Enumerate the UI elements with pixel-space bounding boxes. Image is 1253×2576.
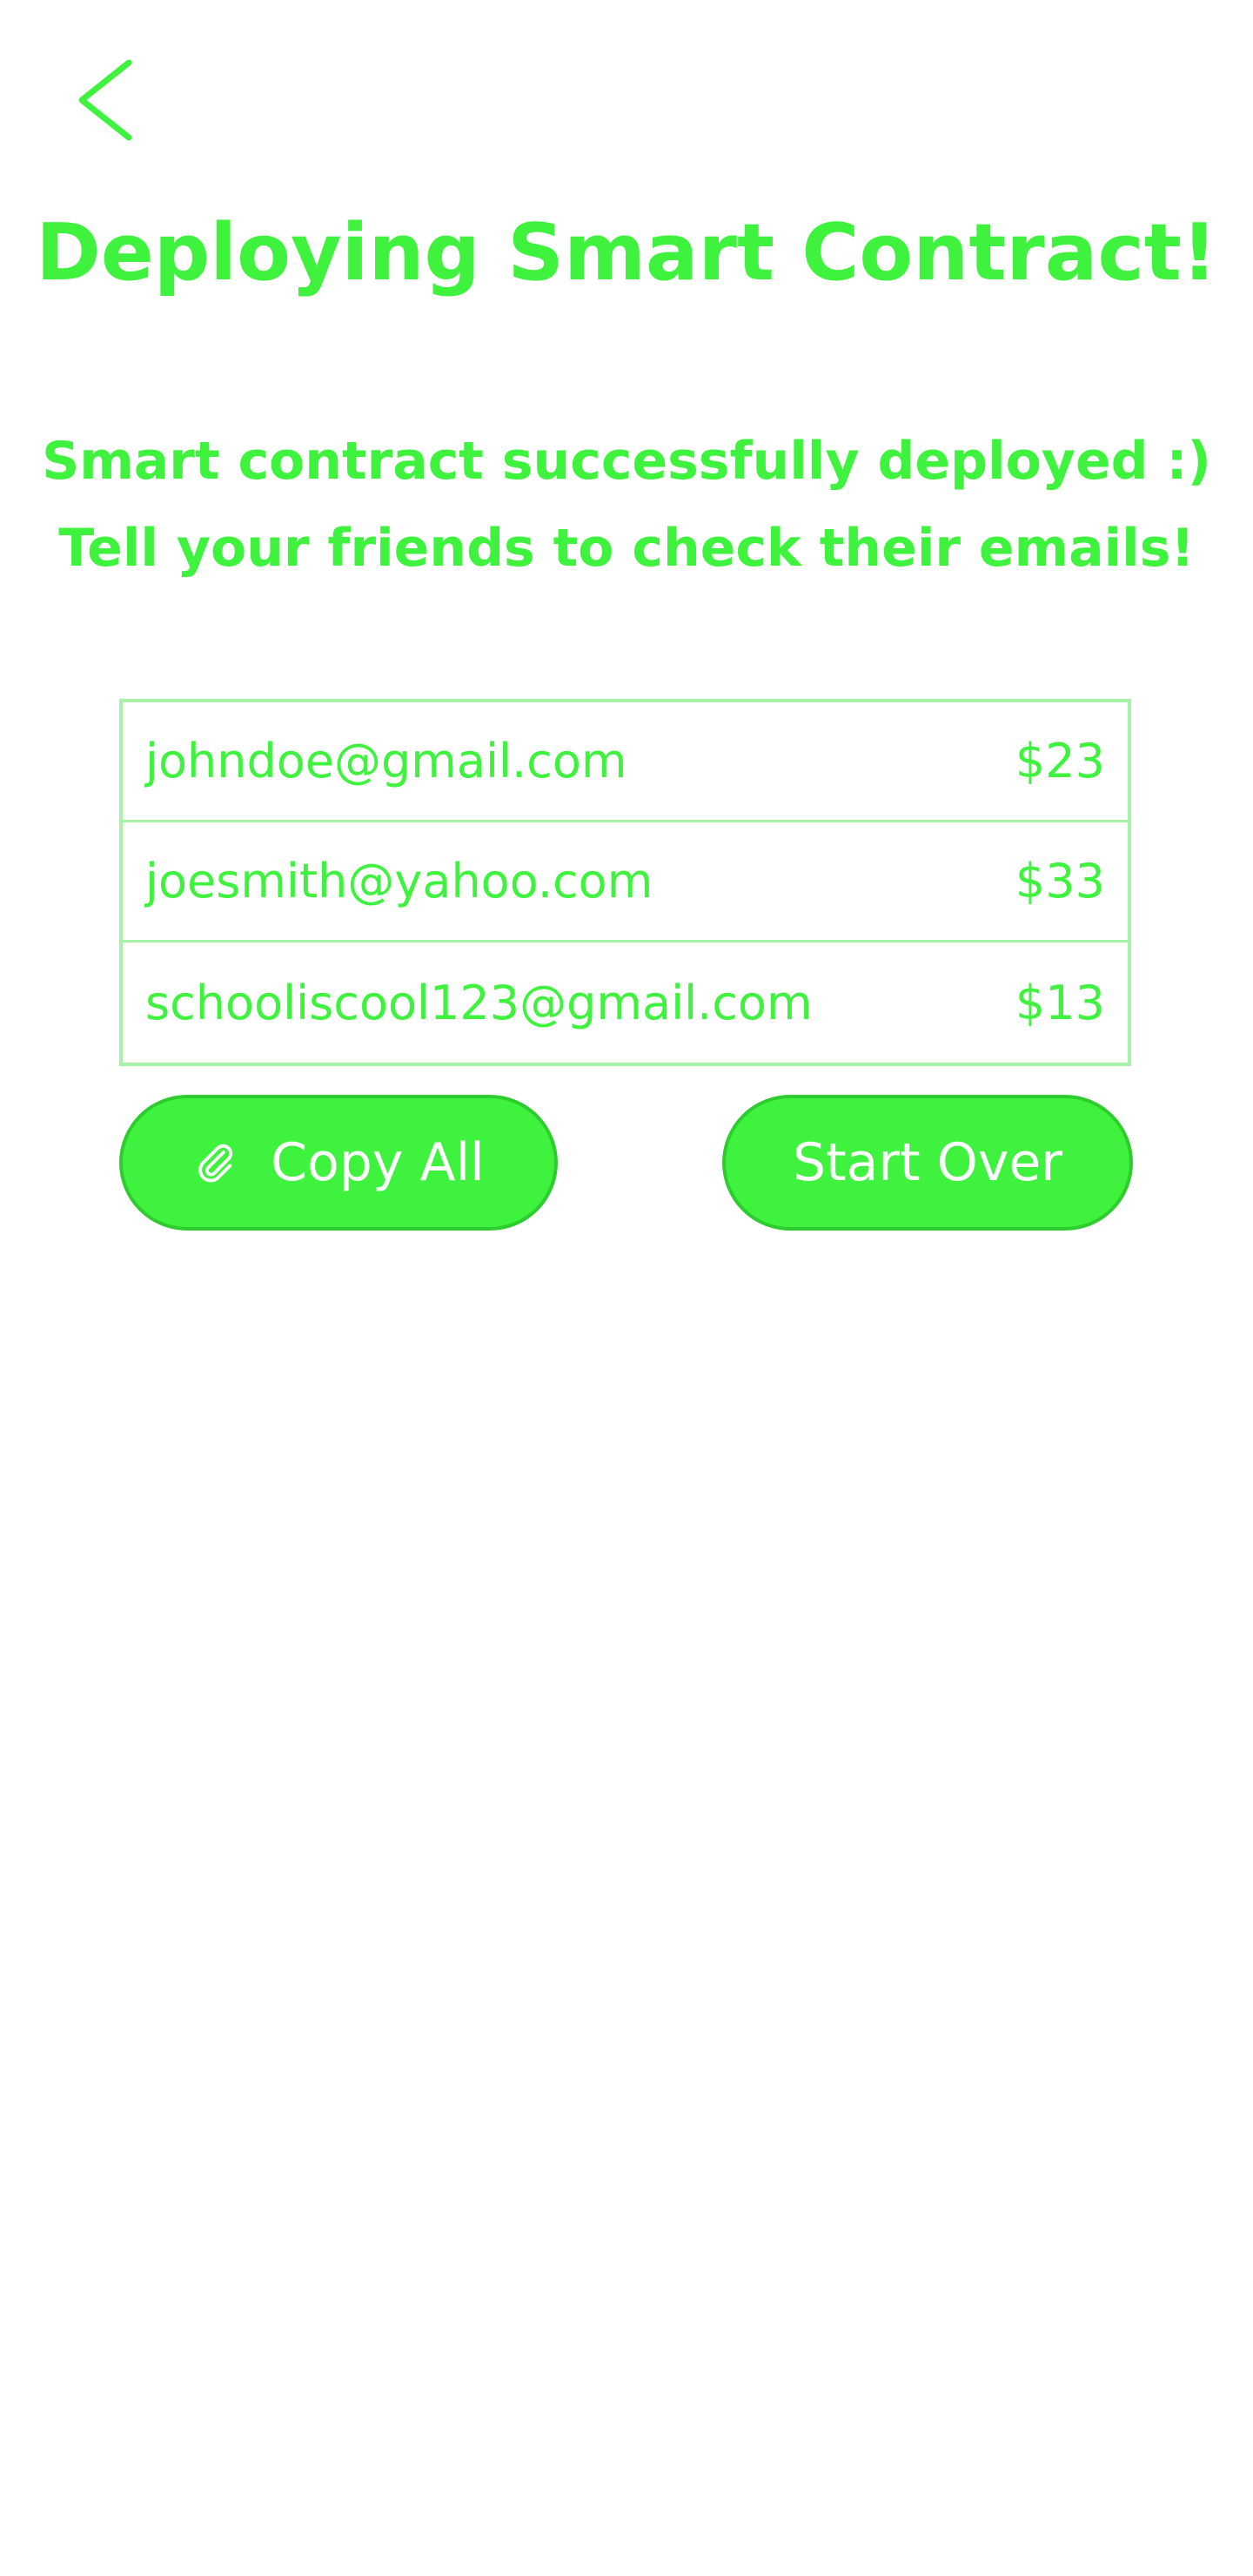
copy-all-label: Copy All (271, 1132, 485, 1193)
start-over-label: Start Over (793, 1132, 1062, 1193)
table-row: schooliscool123@gmail.com $13 (123, 943, 1128, 1063)
chevron-left-icon (78, 59, 132, 141)
table-row: johndoe@gmail.com $23 (123, 702, 1128, 822)
paperclip-icon (192, 1140, 238, 1185)
recipient-amount: $13 (1015, 975, 1105, 1030)
recipient-email: schooliscool123@gmail.com (145, 975, 813, 1030)
success-message-line: Smart contract successfully deployed :) (42, 431, 1211, 492)
recipient-amount: $33 (1015, 854, 1105, 909)
page-title: Deploying Smart Contract! (36, 207, 1217, 299)
table-row: joesmith@yahoo.com $33 (123, 822, 1128, 943)
success-message: Smart contract successfully deployed :) … (0, 418, 1253, 592)
back-button[interactable] (68, 52, 146, 148)
recipient-table: johndoe@gmail.com $23 joesmith@yahoo.com… (119, 699, 1131, 1066)
start-over-button[interactable]: Start Over (722, 1095, 1133, 1231)
recipient-email: joesmith@yahoo.com (145, 854, 653, 909)
recipient-amount: $23 (1015, 734, 1105, 788)
copy-all-button[interactable]: Copy All (119, 1095, 558, 1231)
instruction-message-line: Tell your friends to check their emails! (58, 518, 1195, 579)
recipient-email: johndoe@gmail.com (145, 734, 627, 788)
